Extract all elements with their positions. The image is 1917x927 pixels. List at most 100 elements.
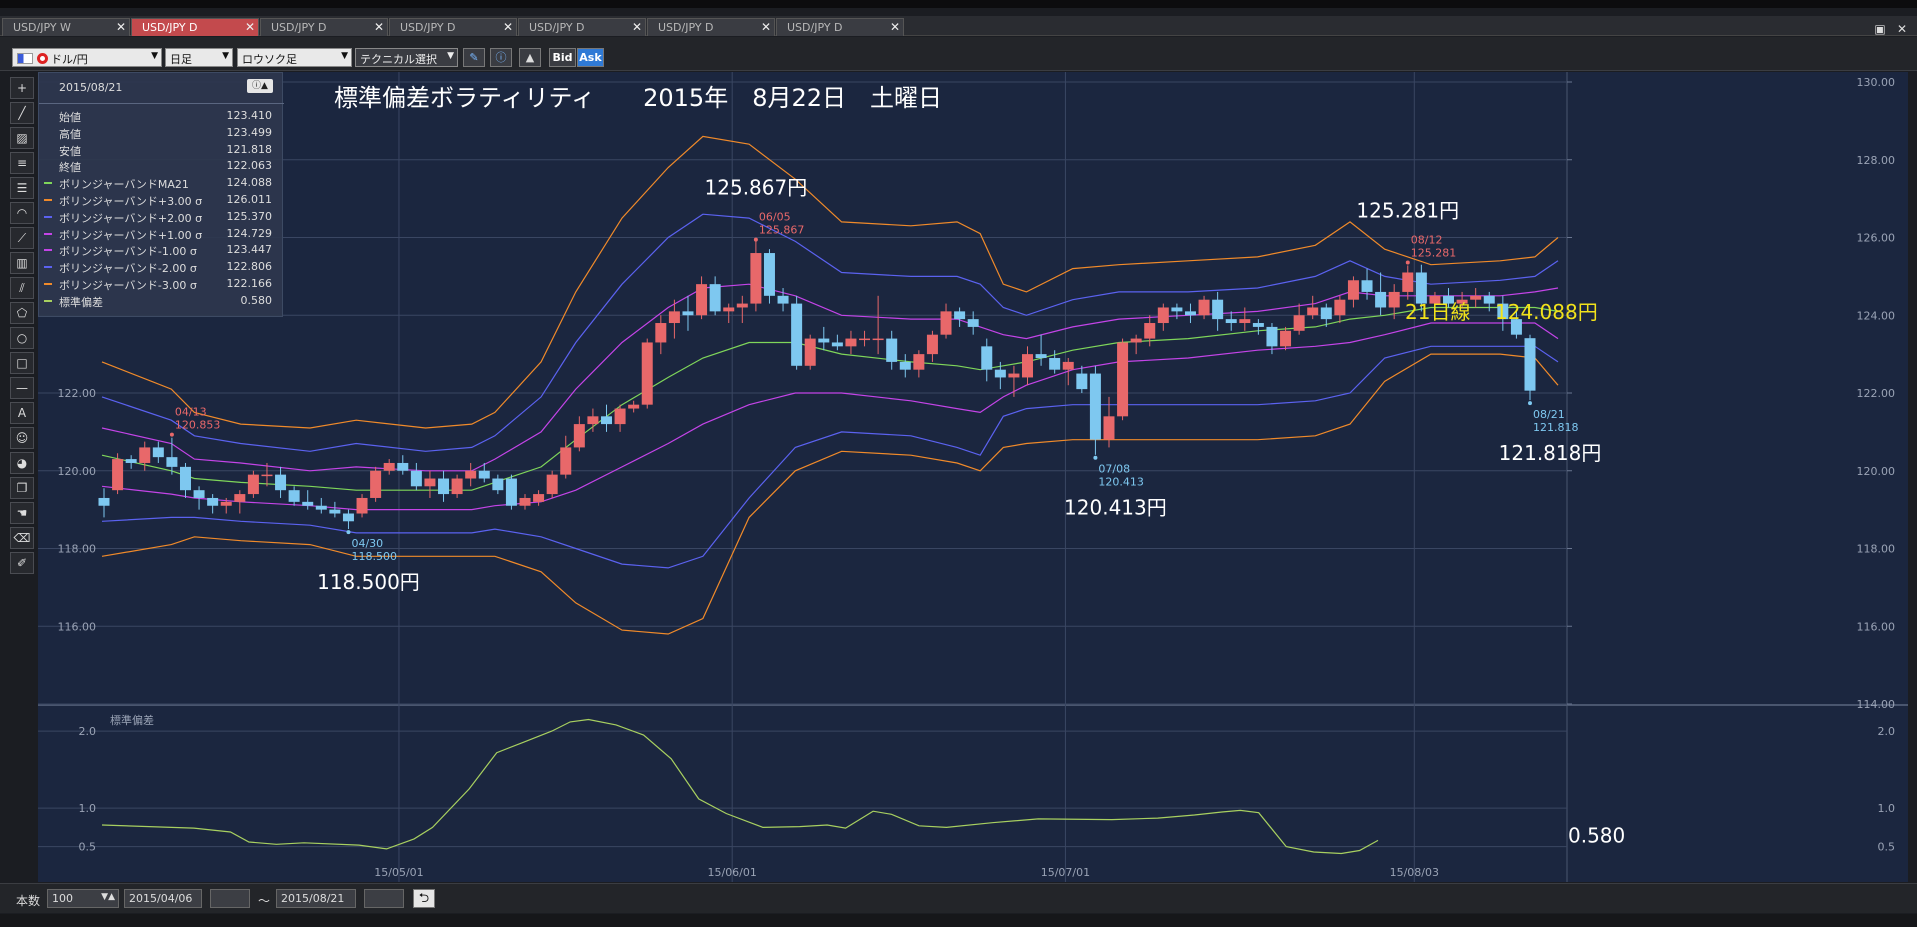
from-time-field[interactable] <box>210 889 250 908</box>
info-row: ボリンジャーバンド+1.00 σ 124.729 <box>39 226 284 243</box>
tab-close-icon[interactable]: ✕ <box>761 20 771 34</box>
tab-4[interactable]: USD/JPY D ✕ <box>518 18 646 36</box>
chart-type-select[interactable]: ロウソク足 ▼ <box>237 48 352 67</box>
area-chart-icon[interactable]: ▲ <box>519 48 541 67</box>
trendline-icon[interactable]: ╱ <box>10 102 34 124</box>
magnet-icon[interactable]: ◕ <box>10 452 34 474</box>
pitchfork-icon[interactable]: ⫽ <box>10 277 34 299</box>
candle-body <box>1008 373 1020 378</box>
tab-close-icon[interactable]: ✕ <box>245 20 255 34</box>
count-value: 100 <box>52 892 73 905</box>
pentagon-icon[interactable]: ⬠ <box>10 302 34 324</box>
candle-body <box>628 404 640 409</box>
info-value: 125.370 <box>226 209 273 223</box>
fibonacci-icon[interactable]: ☰ <box>10 177 34 199</box>
crosshair-icon[interactable]: + <box>10 77 34 99</box>
ask-button[interactable]: Ask <box>577 48 604 67</box>
pen-icon[interactable]: ✎ <box>463 48 485 67</box>
eraser-icon[interactable]: ⌫ <box>10 527 34 549</box>
candle-body <box>1334 299 1346 316</box>
tab-close-icon[interactable]: ✕ <box>632 20 642 34</box>
emoji-icon[interactable]: ☺ <box>10 427 34 449</box>
candle-body <box>1347 280 1359 300</box>
tab-close-icon[interactable]: ✕ <box>116 20 126 34</box>
candle-body <box>926 334 938 355</box>
tab-close-icon[interactable]: ✕ <box>374 20 384 34</box>
x-tick-label: 15/08/03 <box>1390 866 1439 879</box>
candle-body <box>288 490 300 502</box>
timeframe-select[interactable]: 日足 ▼ <box>165 48 233 67</box>
technical-select[interactable]: テクニカル選択 ▼ <box>355 48 458 67</box>
info-icon[interactable]: ⓘ <box>490 48 512 67</box>
candle-body <box>356 497 368 514</box>
y-tick-label-left: 116.00 <box>58 620 97 633</box>
main-plot-bg <box>38 72 1908 704</box>
copy-icon[interactable]: ❐ <box>10 477 34 499</box>
candle-body <box>533 494 545 502</box>
candle-body <box>899 361 911 370</box>
count-stepper[interactable]: 100 ▼▲ <box>47 889 119 908</box>
from-date-field[interactable]: 2015/04/06 <box>124 889 202 908</box>
symbol-select[interactable]: ドル/円 ▼ <box>12 48 162 67</box>
vlines-icon[interactable]: ▥ <box>10 252 34 274</box>
tab-1[interactable]: USD/JPY D ✕ <box>131 18 259 36</box>
candle-body <box>492 478 504 491</box>
bid-button[interactable]: Bid <box>549 48 576 67</box>
tab-0[interactable]: USD/JPY W ✕ <box>2 18 130 36</box>
candle-body <box>994 369 1006 378</box>
candle-body <box>872 338 884 341</box>
text-icon[interactable]: A <box>10 402 34 424</box>
stepper-arrows-icon[interactable]: ▼▲ <box>101 892 115 902</box>
info-label: ボリンジャーバンド+1.00 σ <box>59 228 203 242</box>
circle-icon[interactable]: ○ <box>10 327 34 349</box>
candle-body <box>1022 354 1034 378</box>
rectangle-icon[interactable]: □ <box>10 352 34 374</box>
sub-plot-bg <box>38 706 1908 882</box>
extreme-date-label: 06/05 <box>759 211 791 224</box>
extreme-date-label: 04/13 <box>175 406 207 419</box>
candle-body <box>736 303 748 308</box>
to-date-field[interactable]: 2015/08/21 <box>276 889 356 908</box>
candle <box>791 295 803 370</box>
tab-close-icon[interactable]: ✕ <box>890 20 900 34</box>
info-row: ボリンジャーバンド-2.00 σ 122.806 <box>39 259 284 276</box>
candle-body <box>804 338 816 366</box>
tab-6[interactable]: USD/JPY D ✕ <box>776 18 904 36</box>
y-tick-label: 124.00 <box>1857 309 1896 322</box>
arc-icon[interactable]: ◠ <box>10 202 34 224</box>
panel-toggle-button[interactable]: ⓘ▲ <box>247 79 273 93</box>
sub-y-tick-label: 2.0 <box>1878 725 1896 738</box>
ruler-icon[interactable]: ▨ <box>10 127 34 149</box>
candle-body <box>859 338 871 341</box>
reset-icon[interactable]: ⮌ <box>413 889 435 908</box>
candle-body <box>696 284 708 316</box>
info-row: 標準偏差 0.580 <box>39 293 284 310</box>
maximize-icon[interactable]: ▣ <box>1871 22 1889 36</box>
tab-close-icon[interactable]: ✕ <box>503 20 513 34</box>
sub-y-tick-label-left: 0.5 <box>79 841 97 854</box>
tab-label: USD/JPY D <box>271 21 327 34</box>
candle-body <box>641 342 653 405</box>
fan-icon[interactable]: ⟋ <box>10 227 34 249</box>
candle-body <box>1361 280 1373 292</box>
candle-body <box>179 466 191 491</box>
hline-icon[interactable]: ≡ <box>10 152 34 174</box>
close-window-icon[interactable]: ✕ <box>1893 22 1911 36</box>
info-label: 終値 <box>59 161 81 175</box>
candle <box>247 470 259 498</box>
candle-body <box>193 490 205 498</box>
timeframe-label: 日足 <box>170 53 192 66</box>
line-icon[interactable]: — <box>10 377 34 399</box>
chevron-down-icon: ▼ <box>151 51 158 61</box>
hand-icon[interactable]: ☚ <box>10 502 34 524</box>
tab-2[interactable]: USD/JPY D ✕ <box>260 18 388 36</box>
to-time-field[interactable] <box>364 889 404 908</box>
candle-body <box>1293 315 1305 331</box>
erase-all-icon[interactable]: ✐ <box>10 552 34 574</box>
info-label: ボリンジャーバンド-2.00 σ <box>59 262 197 276</box>
tab-3[interactable]: USD/JPY D ✕ <box>389 18 517 36</box>
extreme-marker <box>346 530 351 535</box>
tab-5[interactable]: USD/JPY D ✕ <box>647 18 775 36</box>
candle-body <box>1524 338 1536 391</box>
candlestick-chart[interactable]: 130.00 128.00 126.00 124.00 122.00 120.00 118.… <box>38 72 1908 882</box>
